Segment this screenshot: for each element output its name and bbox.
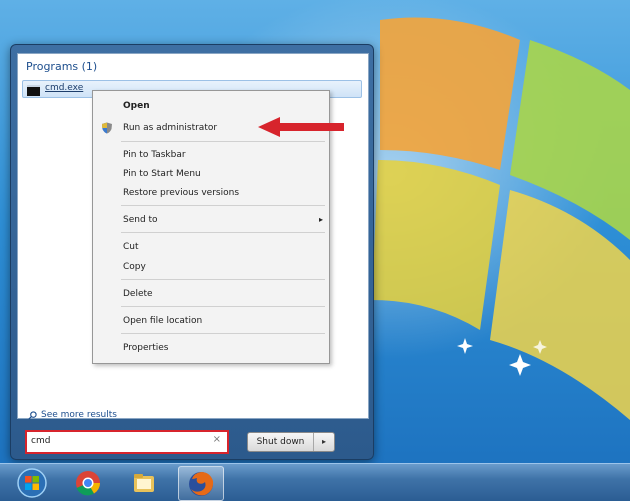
clear-icon[interactable]: ×: [213, 434, 221, 445]
menu-item-open[interactable]: Open: [93, 97, 329, 115]
menu-item-copy[interactable]: Copy: [93, 258, 329, 276]
menu-item-label: Cut: [123, 242, 139, 252]
taskbar-explorer-button[interactable]: [122, 466, 166, 499]
menu-item-label: Pin to Taskbar: [123, 150, 186, 160]
firefox-icon: [189, 472, 214, 496]
menu-item-properties[interactable]: Properties: [93, 339, 329, 357]
menu-item-label: Restore previous versions: [123, 188, 240, 198]
menu-item-label: Properties: [123, 343, 169, 353]
menu-separator: [121, 333, 325, 334]
submenu-arrow-icon: ▸: [318, 215, 323, 224]
menu-item-cut[interactable]: Cut: [93, 238, 329, 256]
cmd-icon: [27, 85, 40, 96]
taskbar-chrome-button[interactable]: [66, 466, 110, 499]
windows-start-orb-icon: [17, 468, 47, 498]
search-input[interactable]: [31, 434, 201, 448]
program-label: cmd.exe: [45, 83, 84, 93]
menu-item-pin-to-taskbar[interactable]: Pin to Taskbar: [93, 146, 329, 164]
search-icon: [28, 410, 37, 420]
menu-item-send-to[interactable]: Send to ▸: [93, 211, 329, 229]
see-more-results-link[interactable]: See more results: [28, 410, 117, 420]
see-more-label: See more results: [41, 410, 117, 420]
menu-item-label: Pin to Start Menu: [123, 169, 201, 179]
menu-separator: [121, 141, 325, 142]
start-button[interactable]: [10, 466, 54, 499]
file-explorer-icon: [134, 474, 154, 492]
taskbar: [0, 463, 630, 501]
menu-item-label: Open: [123, 101, 150, 111]
shutdown-options-arrow[interactable]: ▸: [314, 433, 334, 451]
chrome-icon: [76, 471, 101, 496]
taskbar-firefox-button[interactable]: [178, 466, 224, 501]
search-box[interactable]: ×: [25, 430, 229, 454]
annotation-arrow-icon: [258, 117, 344, 137]
menu-item-open-file-location[interactable]: Open file location: [93, 312, 329, 330]
menu-separator: [121, 306, 325, 307]
menu-item-delete[interactable]: Delete: [93, 285, 329, 303]
menu-item-label: Delete: [123, 289, 153, 299]
menu-separator: [121, 232, 325, 233]
shutdown-label[interactable]: Shut down: [248, 433, 314, 451]
menu-item-label: Send to: [123, 215, 158, 225]
menu-item-label: Copy: [123, 262, 146, 272]
menu-item-restore-previous-versions[interactable]: Restore previous versions: [93, 184, 329, 202]
menu-item-label: Run as administrator: [123, 123, 218, 133]
programs-header: Programs (1): [26, 60, 98, 73]
menu-item-label: Open file location: [123, 316, 203, 326]
shield-icon: [102, 122, 112, 134]
menu-separator: [121, 205, 325, 206]
menu-separator: [121, 279, 325, 280]
menu-item-pin-to-start-menu[interactable]: Pin to Start Menu: [93, 165, 329, 183]
shutdown-button[interactable]: Shut down ▸: [247, 432, 335, 452]
